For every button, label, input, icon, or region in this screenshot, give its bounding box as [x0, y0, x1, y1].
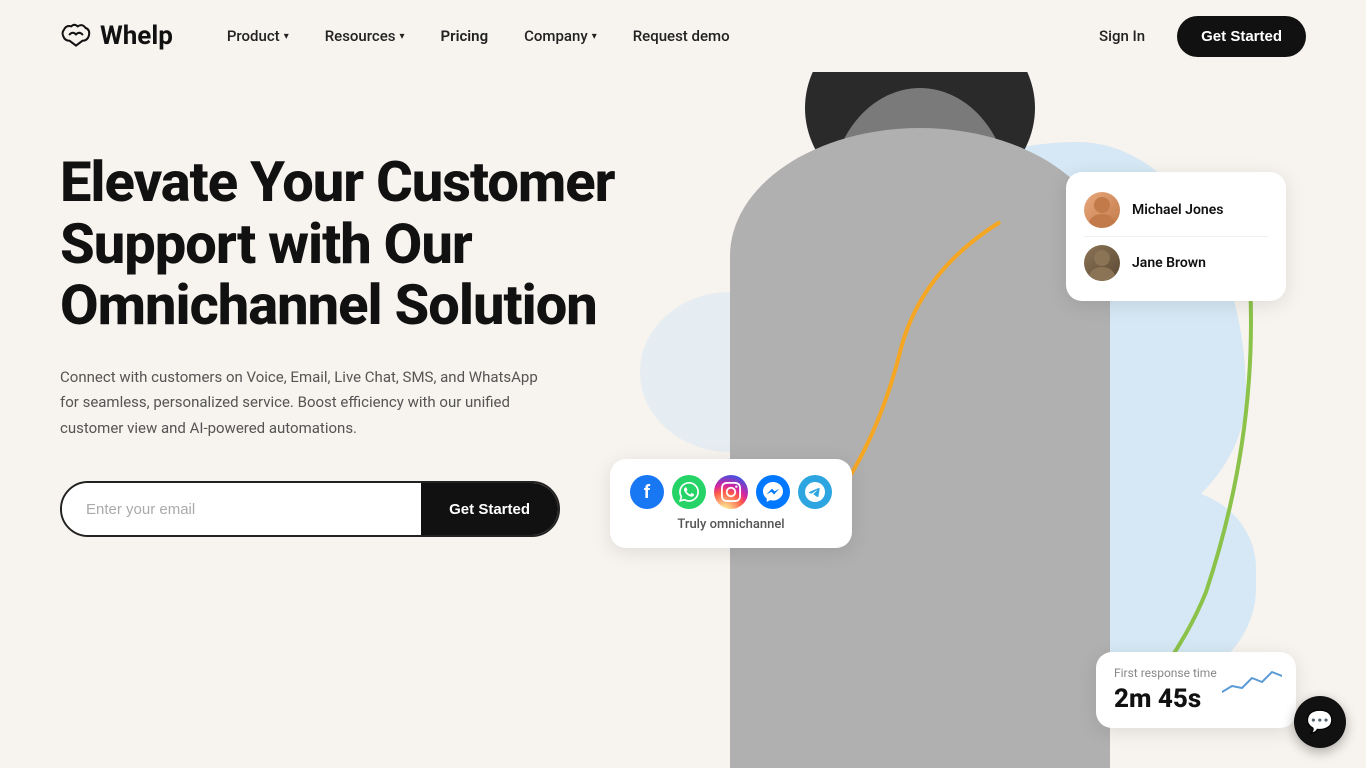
sign-in-button[interactable]: Sign In: [1083, 19, 1161, 53]
agent-row: Jane Brown: [1084, 239, 1268, 287]
hero-title: Elevate Your Customer Support with Our O…: [60, 152, 620, 337]
nav-product[interactable]: Product ▾: [213, 19, 303, 53]
whatsapp-icon: [672, 475, 706, 509]
agent-name-jane: Jane Brown: [1132, 255, 1206, 271]
instagram-logo: [721, 482, 741, 502]
chevron-down-icon: ▾: [592, 31, 597, 42]
hero-section: Elevate Your Customer Support with Our O…: [0, 72, 1366, 768]
brand-name: Whelp: [100, 21, 173, 51]
whatsapp-logo: [679, 482, 699, 502]
chevron-down-icon: ▾: [400, 31, 405, 42]
email-input[interactable]: [62, 483, 421, 535]
logo-icon: [60, 20, 92, 52]
agent-avatar-jane: [1084, 245, 1120, 281]
cta-button[interactable]: Get Started: [421, 483, 558, 535]
instagram-icon: [714, 475, 748, 509]
agent-avatar-michael: [1084, 192, 1120, 228]
agent-row: Michael Jones: [1084, 186, 1268, 234]
divider: [1084, 236, 1268, 237]
messenger-logo: [763, 482, 783, 502]
omni-label: Truly omnichannel: [630, 517, 832, 532]
messenger-icon: [756, 475, 790, 509]
nav-request-demo[interactable]: Request demo: [619, 19, 744, 53]
nav-resources[interactable]: Resources ▾: [311, 19, 419, 53]
telegram-icon: [798, 475, 832, 509]
hero-subtitle: Connect with customers on Voice, Email, …: [60, 365, 560, 442]
agent-name-michael: Michael Jones: [1132, 202, 1223, 218]
nav-links: Product ▾ Resources ▾ Pricing Company ▾ …: [213, 19, 1083, 53]
nav-pricing[interactable]: Pricing: [427, 19, 503, 53]
brand-logo[interactable]: Whelp: [60, 20, 173, 52]
email-cta-form: Get Started: [60, 481, 560, 537]
hero-right: Michael Jones Jane Brown f: [620, 112, 1306, 768]
hero-left: Elevate Your Customer Support with Our O…: [60, 112, 620, 537]
chat-icon: 💬: [1306, 710, 1333, 735]
social-icons-group: f: [630, 475, 832, 509]
chat-bubble-button[interactable]: 💬: [1294, 696, 1346, 748]
chevron-down-icon: ▾: [284, 31, 289, 42]
omnichannel-card: f: [610, 459, 852, 548]
navbar: Whelp Product ▾ Resources ▾ Pricing Comp…: [0, 0, 1366, 72]
nav-right: Sign In Get Started: [1083, 16, 1306, 57]
response-time-card: First response time 2m 45s: [1096, 652, 1296, 728]
facebook-icon: f: [630, 475, 664, 509]
nav-company[interactable]: Company ▾: [510, 19, 611, 53]
get-started-nav-button[interactable]: Get Started: [1177, 16, 1306, 57]
person-body: [730, 128, 1110, 768]
telegram-logo: [805, 482, 825, 502]
response-chart: [1222, 664, 1282, 704]
agents-card: Michael Jones Jane Brown: [1066, 172, 1286, 301]
avatar-person-icon: [1084, 245, 1120, 281]
avatar-person-icon: [1084, 192, 1120, 228]
